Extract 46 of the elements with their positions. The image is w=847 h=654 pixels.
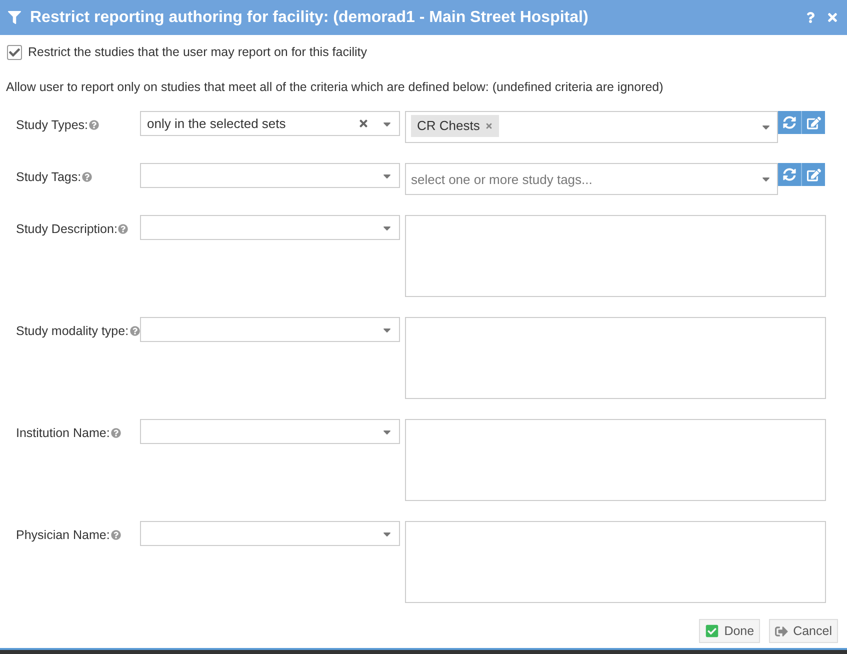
edit-button[interactable] [801, 111, 825, 134]
restrict-checkbox[interactable] [7, 44, 22, 60]
edit-button[interactable] [801, 163, 825, 186]
intro-text: Allow user to report only on studies that meet all of the criteria which are defined below: (undefined criteria are ignored) [5, 79, 664, 96]
refresh-button[interactable] [778, 163, 801, 186]
help-icon[interactable] [82, 172, 92, 182]
help-icon[interactable] [118, 224, 128, 234]
condition-dropdown[interactable] [140, 215, 400, 240]
edit-icon [806, 168, 820, 182]
text-area[interactable] [405, 419, 826, 501]
help-icon[interactable] [89, 120, 100, 130]
remove-icon[interactable] [484, 122, 493, 130]
exit-icon [775, 624, 788, 638]
done-button[interactable]: Done [699, 619, 760, 643]
field-label: Study Tags: [16, 169, 82, 186]
checkbox-label: Restrict the studies that the user may report on for this facility [28, 44, 368, 61]
help-icon[interactable] [110, 428, 121, 438]
text-area[interactable] [405, 215, 826, 297]
tag-chip: CR Chests [411, 115, 499, 137]
help-icon[interactable] [130, 326, 140, 336]
refresh-button[interactable] [778, 111, 801, 134]
filter-icon [8, 11, 21, 24]
condition-dropdown[interactable]: only in the selected sets [140, 111, 400, 136]
check-icon [705, 624, 720, 638]
close-icon[interactable] [826, 11, 839, 24]
field-label: Physician Name: [16, 527, 110, 544]
field-label: Study Types: [16, 117, 88, 134]
clear-icon[interactable] [358, 118, 369, 129]
refresh-icon [783, 168, 796, 181]
condition-dropdown[interactable] [140, 163, 400, 188]
cancel-button[interactable]: Cancel [769, 619, 838, 643]
condition-dropdown[interactable] [140, 317, 400, 342]
edit-icon [806, 116, 820, 130]
condition-dropdown[interactable] [140, 521, 400, 546]
condition-dropdown[interactable] [140, 419, 400, 444]
field-label: Institution Name: [16, 425, 110, 442]
help-icon[interactable] [805, 12, 816, 23]
refresh-icon [783, 116, 796, 129]
window-title: Restrict reporting authoring for facility: (demorad1 - Main Street Hospital) [30, 8, 590, 28]
help-icon[interactable] [110, 530, 121, 540]
text-area[interactable] [405, 317, 826, 399]
field-label: Study modality type: [16, 323, 129, 340]
tag-select-field[interactable]: select one or more study tags... [405, 163, 778, 195]
text-area[interactable] [405, 521, 826, 603]
tag-select-field[interactable]: CR Chests [405, 111, 778, 143]
field-label: Study Description: [16, 221, 118, 238]
